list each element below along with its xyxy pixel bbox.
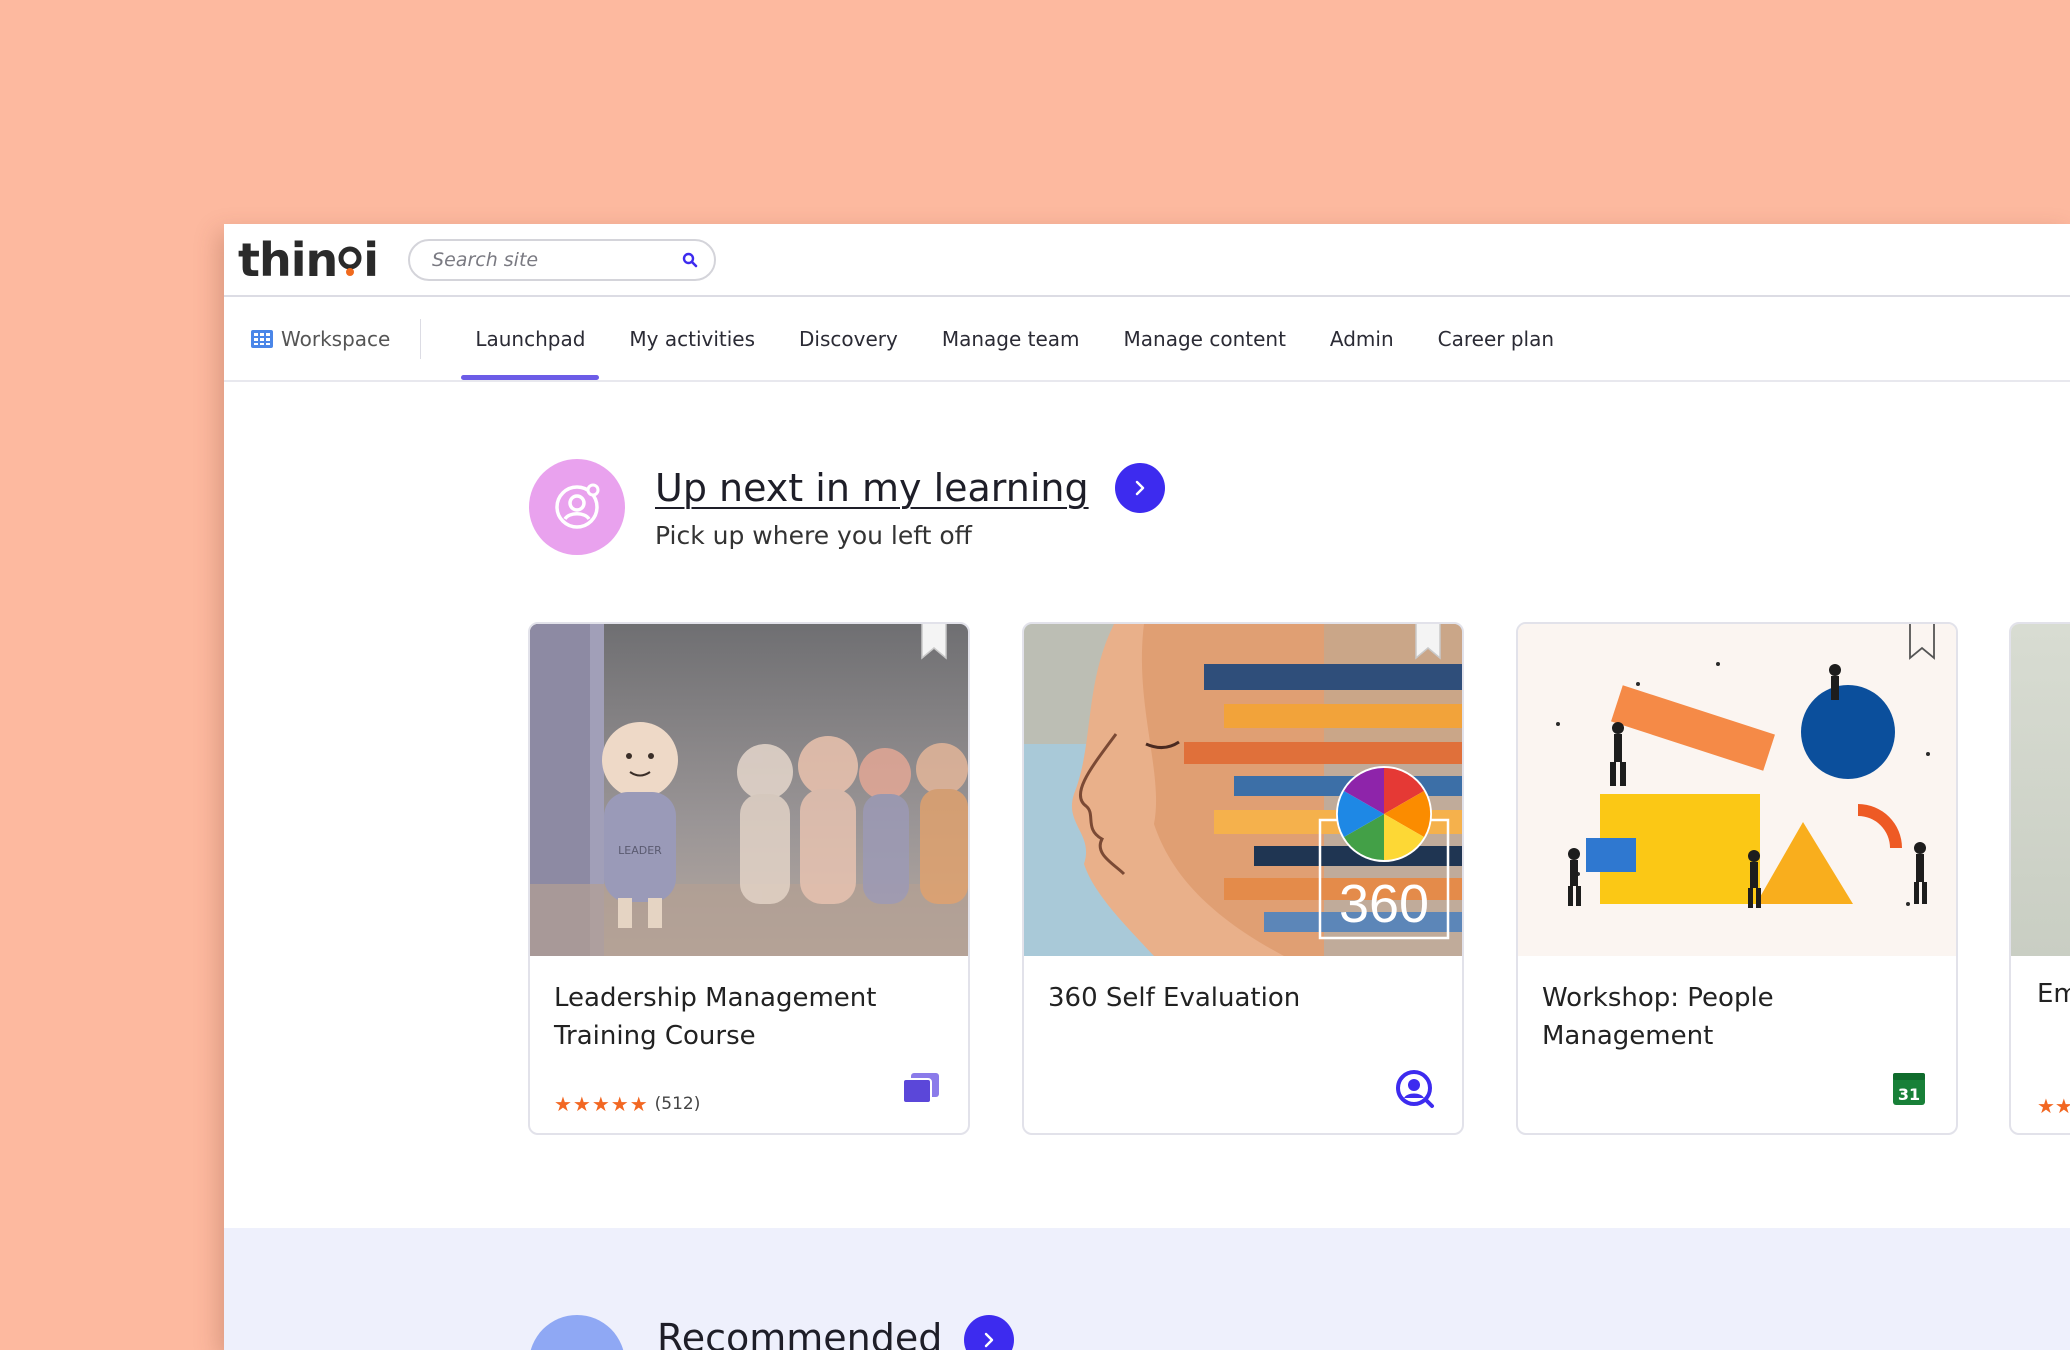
leader-figures-image: LEADER: [530, 624, 968, 956]
shapes-collage-image: [1518, 624, 1956, 956]
workspace-menu[interactable]: Workspace: [251, 318, 422, 359]
main-nav: Workspace Launchpad My activities Discov…: [224, 297, 2070, 382]
recommended-section: Recommended: [224, 1228, 2070, 1350]
painted-face-image: 360: [1024, 624, 1462, 956]
rating-count: (512): [654, 1094, 701, 1114]
card-title: 360 Self Evaluation: [1048, 983, 1301, 1013]
learning-card[interactable]: Workshop: People Management 31: [1516, 622, 1958, 1135]
recommended-arrow-button[interactable]: [964, 1315, 1014, 1350]
up-next-text: Up next in my learning Pick up where you…: [655, 459, 1165, 550]
chevron-right-icon: [1135, 480, 1144, 496]
card-thumbnail: [2011, 624, 2070, 956]
bookmark-icon[interactable]: [1908, 624, 1936, 660]
nav-tabs: Launchpad My activities Discovery Manage…: [453, 297, 1576, 380]
learner-avatar-icon: [529, 459, 625, 555]
up-next-header: Up next in my learning Pick up where you…: [529, 459, 1165, 555]
course-stack-icon: [900, 1069, 942, 1109]
learning-card[interactable]: 360 360 Self Evaluation: [1022, 622, 1464, 1135]
bookmark-icon[interactable]: [1414, 624, 1442, 660]
app-window: thin i Workspace: [224, 224, 2070, 1350]
card-title: Em: [2037, 979, 2070, 1009]
up-next-subtitle: Pick up where you left off: [655, 521, 972, 550]
thinqi-logo[interactable]: thin i: [238, 232, 379, 287]
card-thumbnail: LEADER: [530, 624, 968, 956]
learning-card[interactable]: LEADER Leadership Management Training Co…: [528, 622, 970, 1135]
assessment-icon: [1394, 1069, 1436, 1109]
tab-admin[interactable]: Admin: [1308, 297, 1416, 380]
up-next-title-link[interactable]: Up next in my learning: [655, 466, 1089, 510]
logo-text-right: i: [363, 232, 379, 287]
search-icon[interactable]: [680, 250, 700, 270]
workspace-label: Workspace: [281, 326, 391, 351]
rating-stars: ★★★★★: [554, 1092, 649, 1116]
card-thumbnail: 360: [1024, 624, 1462, 956]
recommended-title[interactable]: Recommended: [657, 1316, 942, 1350]
learning-card-peek[interactable]: Em ★★: [2009, 622, 2070, 1135]
tab-discovery[interactable]: Discovery: [777, 297, 920, 380]
calendar-icon: 31: [1888, 1069, 1930, 1109]
logo-q-icon: [338, 246, 362, 276]
three-sixty-label: 360: [1339, 874, 1429, 934]
card-title: Workshop: People Management: [1542, 983, 1774, 1051]
calendar-day: 31: [1898, 1085, 1920, 1104]
chevron-right-icon: [984, 1332, 994, 1348]
up-next-arrow-button[interactable]: [1114, 463, 1165, 513]
tab-launchpad[interactable]: Launchpad: [453, 297, 607, 380]
card-rating: ★★★★★ (512): [554, 1092, 700, 1116]
tab-manage-content[interactable]: Manage content: [1102, 297, 1308, 380]
tab-my-activities[interactable]: My activities: [607, 297, 777, 380]
card-thumbnail: [1518, 624, 1956, 956]
recommended-avatar-icon: [529, 1315, 625, 1350]
tab-career-plan[interactable]: Career plan: [1416, 297, 1576, 380]
tab-manage-team[interactable]: Manage team: [920, 297, 1102, 380]
logo-text-left: thin: [238, 232, 338, 287]
bookmark-icon[interactable]: [920, 624, 948, 660]
top-bar: thin i: [224, 224, 2070, 297]
search-box[interactable]: [408, 238, 717, 281]
rating-stars: ★★: [2037, 1094, 2070, 1118]
search-input[interactable]: [432, 248, 681, 271]
card-title: Leadership Management Training Course: [554, 983, 877, 1051]
workspace-grid-icon: [251, 329, 273, 348]
leader-label: LEADER: [618, 844, 662, 857]
logo-q-mark: [337, 236, 363, 276]
